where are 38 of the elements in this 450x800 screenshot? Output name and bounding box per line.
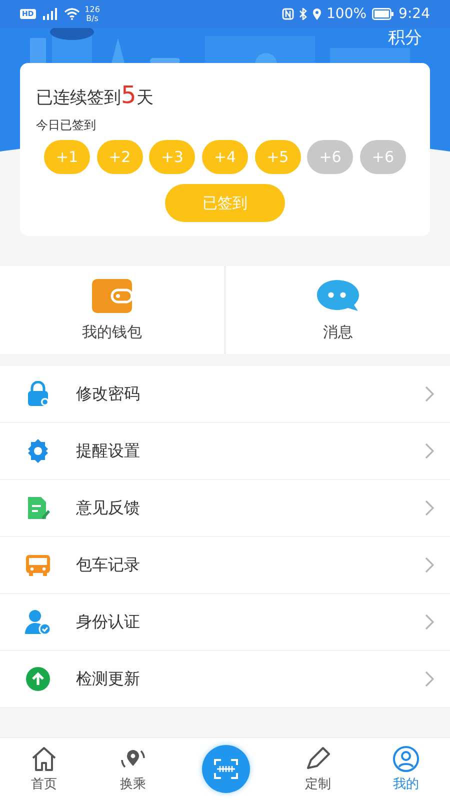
chevron-right-icon [425,557,434,573]
tab[interactable]: 我的 [386,744,426,794]
scan-icon [214,759,238,779]
bluetooth-icon [298,8,307,20]
battery-percent: 100% [326,6,367,22]
bus-icon [25,553,51,577]
wallet-icon [92,278,132,312]
day-coin: +4 [202,140,248,174]
wifi-icon [64,8,80,20]
chevron-right-icon [425,671,434,687]
chat-bubble-icon [316,278,360,312]
battery-icon [372,8,394,20]
day-coin: +5 [254,140,301,174]
profile-icon [392,746,420,772]
home-icon [30,746,58,772]
clock: 9:24 [398,6,430,22]
verified-user-icon [25,609,51,635]
lock-icon [26,381,50,407]
streak-text: 已连续签到5天 [36,81,154,109]
day-coin: +1 [44,140,90,174]
chevron-right-icon [425,614,434,630]
day-coin: +2 [96,140,143,174]
tab[interactable]: 换乘 [112,744,154,794]
today-label: 今日已签到 [36,117,97,134]
chevron-right-icon [425,443,434,459]
tab[interactable]: 定制 [298,744,338,794]
signal-icon [40,8,59,20]
edit-icon [304,746,332,772]
nfc-icon [282,8,294,20]
day-coin: +3 [149,140,196,174]
header-title: 积分 [388,28,422,48]
document-icon [26,495,50,521]
chevron-right-icon [425,500,434,516]
tab[interactable]: 首页 [24,744,64,794]
scan-button[interactable] [202,745,250,793]
location-icon [312,8,322,20]
network-speed: 126 B/s [84,5,100,23]
chevron-right-icon [425,386,434,402]
